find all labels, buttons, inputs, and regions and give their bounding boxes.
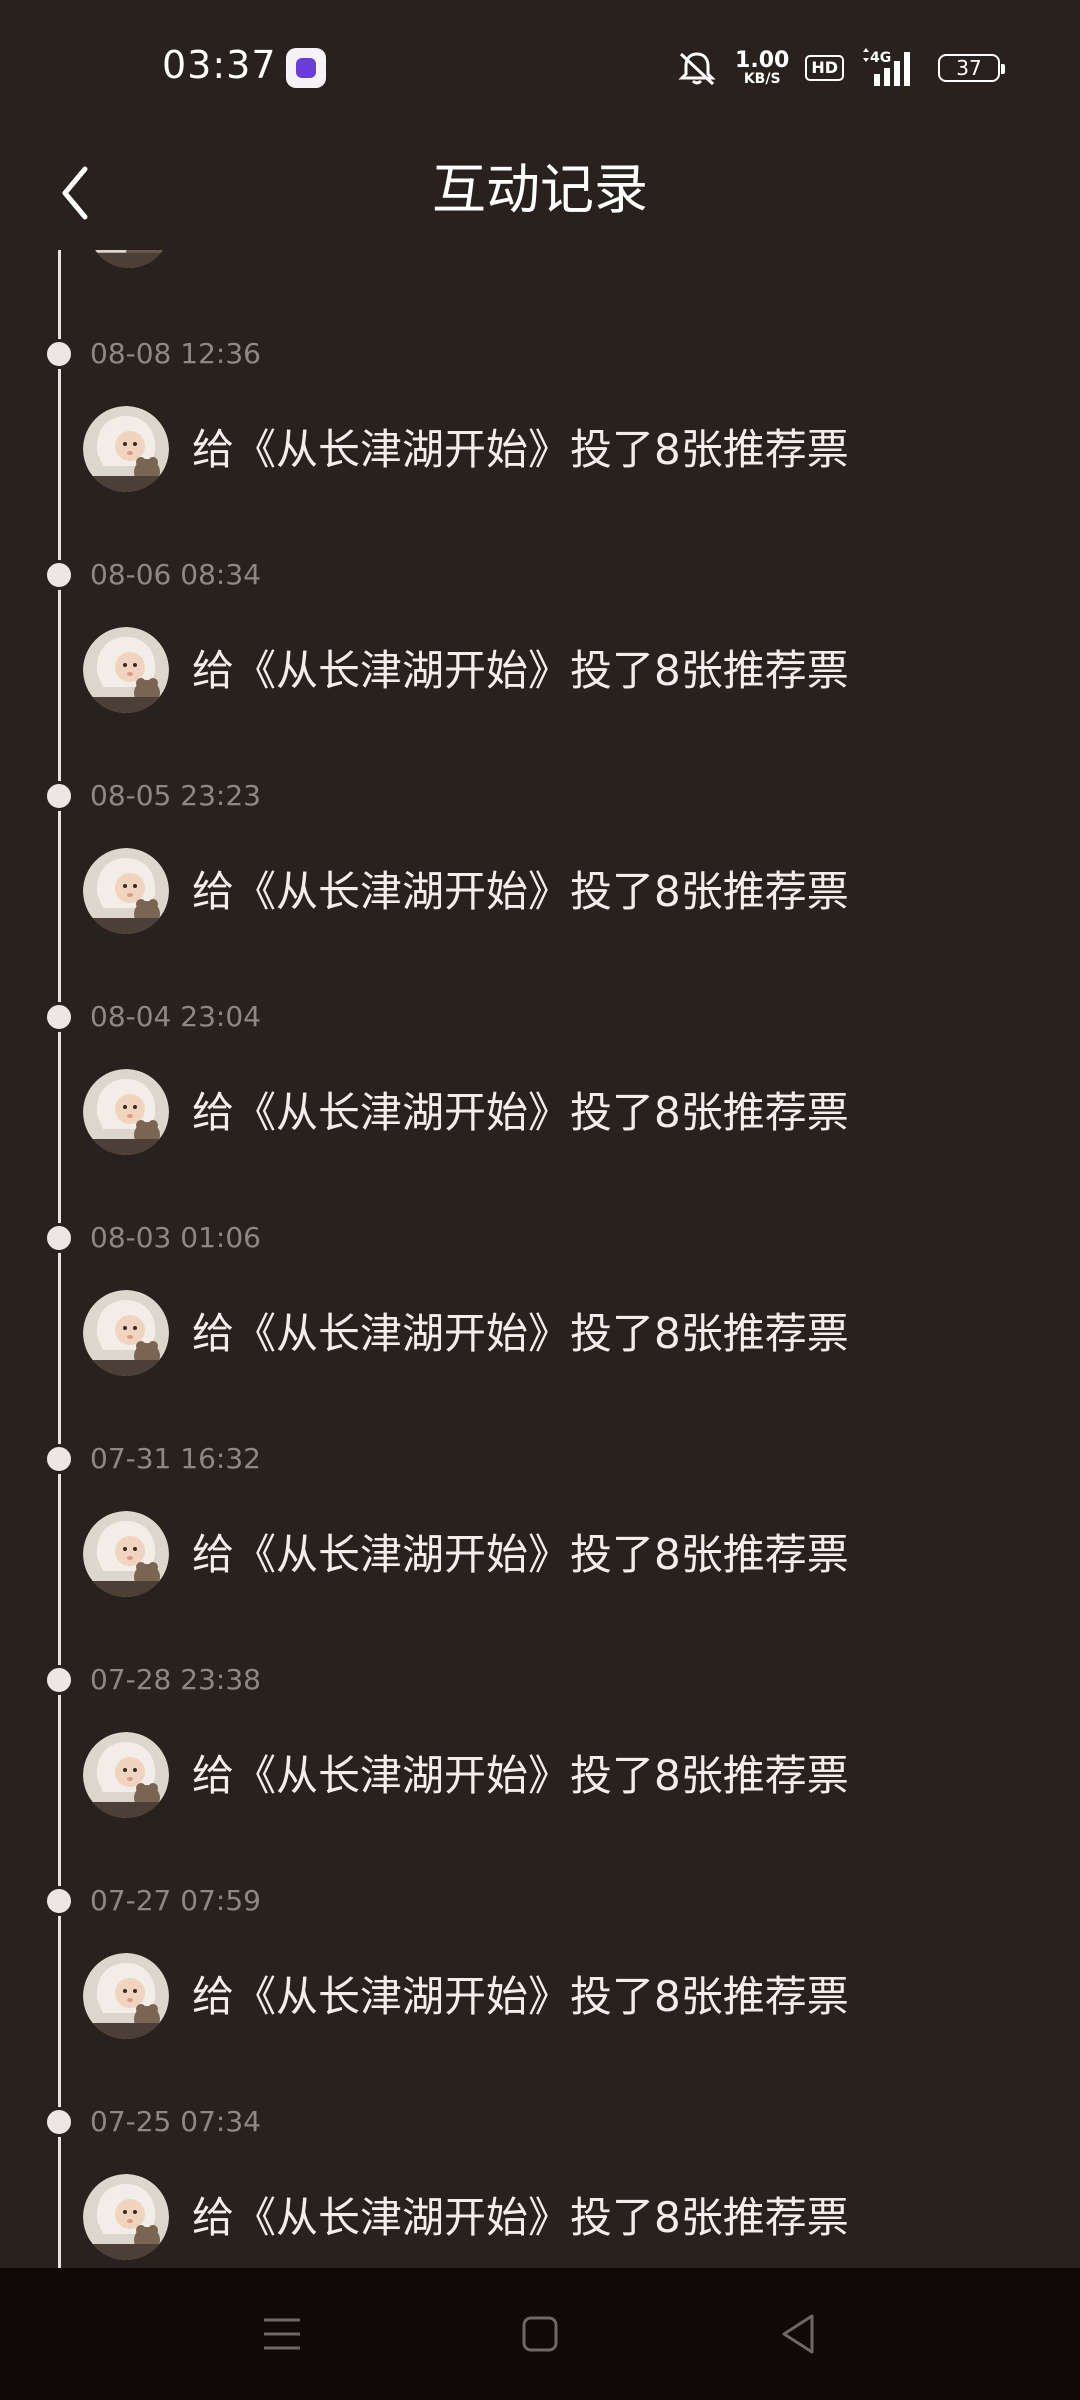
timeline-entry[interactable]: 08-06 08:34 给《从长津湖开始》投了8张推荐票 <box>0 471 1080 713</box>
timeline-dot <box>44 2107 74 2137</box>
timeline-dot <box>44 560 74 590</box>
entry-timestamp: 08-06 08:34 <box>90 558 261 591</box>
entry-description: 给《从长津湖开始》投了8张推荐票 <box>192 1088 849 1137</box>
system-back-button[interactable] <box>766 2302 830 2366</box>
timeline-dot <box>44 781 74 811</box>
entry-description: 给《从长津湖开始》投了8张推荐票 <box>192 1751 849 1800</box>
home-button[interactable] <box>508 2302 572 2366</box>
entry-description: 给《从长津湖开始》投了8张推荐票 <box>192 2193 849 2242</box>
entry-description: 给《从长津湖开始》投了8张推荐票 <box>192 1309 849 1358</box>
entry-timestamp: 07-31 16:32 <box>90 1442 261 1475</box>
user-avatar[interactable] <box>83 2174 169 2260</box>
entry-description: 给《从长津湖开始》投了8张推荐票 <box>192 1972 849 2021</box>
interaction-records-screen: 03:37 1.00 KB/S HD 4G 37 互动记录 08-08 12:3… <box>0 0 1080 2400</box>
network-speed: 1.00 KB/S <box>735 48 790 87</box>
entry-description: 给《从长津湖开始》投了8张推荐票 <box>192 646 849 695</box>
network-speed-value: 1.00 <box>735 48 790 73</box>
cellular-signal-icon: 4G <box>860 48 922 88</box>
battery-indicator: 37 <box>938 54 1005 82</box>
hd-badge: HD <box>805 55 844 81</box>
entry-timestamp: 08-05 23:23 <box>90 779 261 812</box>
timeline-dot <box>44 1002 74 1032</box>
home-square-icon <box>522 2316 558 2352</box>
status-indicators: 1.00 KB/S HD 4G 37 <box>675 46 1005 90</box>
back-triangle-icon <box>782 2314 814 2354</box>
entry-description: 给《从长津湖开始》投了8张推荐票 <box>192 1530 849 1579</box>
menu-icon <box>264 2318 300 2350</box>
entry-description: 给《从长津湖开始》投了8张推荐票 <box>192 425 849 474</box>
timeline-dot <box>44 1223 74 1253</box>
entry-timestamp: 07-27 07:59 <box>90 1884 261 1917</box>
recents-button[interactable] <box>250 2302 314 2366</box>
timeline-entry[interactable]: 07-28 23:38 给《从长津湖开始》投了8张推荐票 <box>0 1576 1080 1818</box>
timeline-entry[interactable]: 07-25 07:34 给《从长津湖开始》投了8张推荐票 <box>0 2018 1080 2260</box>
top-app-bar: 互动记录 <box>0 140 1080 250</box>
interaction-timeline[interactable]: 08-08 12:36 给《从长津湖开始》投了8张推荐票 08-06 08:34 给《… <box>0 250 1080 2268</box>
timeline-entry[interactable]: 08-08 12:36 给《从长津湖开始》投了8张推荐票 <box>0 250 1080 492</box>
app-notification-icon <box>286 48 326 88</box>
timeline-entry[interactable]: 08-04 23:04 给《从长津湖开始》投了8张推荐票 <box>0 913 1080 1155</box>
mute-bell-icon <box>675 48 719 88</box>
network-type-label: 4G <box>870 50 891 66</box>
entry-timestamp: 08-04 23:04 <box>90 1000 261 1033</box>
status-time: 03:37 <box>162 43 277 87</box>
timeline-entry[interactable]: 07-27 07:59 给《从长津湖开始》投了8张推荐票 <box>0 1797 1080 2039</box>
entry-description: 给《从长津湖开始》投了8张推荐票 <box>192 867 849 916</box>
entry-timestamp: 07-25 07:34 <box>90 2105 261 2138</box>
timeline-entry[interactable]: 07-31 16:32 给《从长津湖开始》投了8张推荐票 <box>0 1355 1080 1597</box>
timeline-entry[interactable]: 08-03 01:06 给《从长津湖开始》投了8张推荐票 <box>0 1134 1080 1376</box>
entry-timestamp: 08-08 12:36 <box>90 337 261 370</box>
page-title: 互动记录 <box>432 158 648 221</box>
timeline-dot <box>44 1886 74 1916</box>
entry-timestamp: 08-03 01:06 <box>90 1221 261 1254</box>
entry-timestamp: 07-28 23:38 <box>90 1663 261 1696</box>
timeline-entry[interactable]: 08-05 23:23 给《从长津湖开始》投了8张推荐票 <box>0 692 1080 934</box>
timeline-dot <box>44 339 74 369</box>
timeline-dot <box>44 1665 74 1695</box>
timeline-dot <box>44 1444 74 1474</box>
status-bar: 03:37 1.00 KB/S HD 4G 37 <box>0 0 1080 140</box>
network-speed-unit: KB/S <box>743 71 781 87</box>
system-navigation-bar <box>0 2268 1080 2400</box>
